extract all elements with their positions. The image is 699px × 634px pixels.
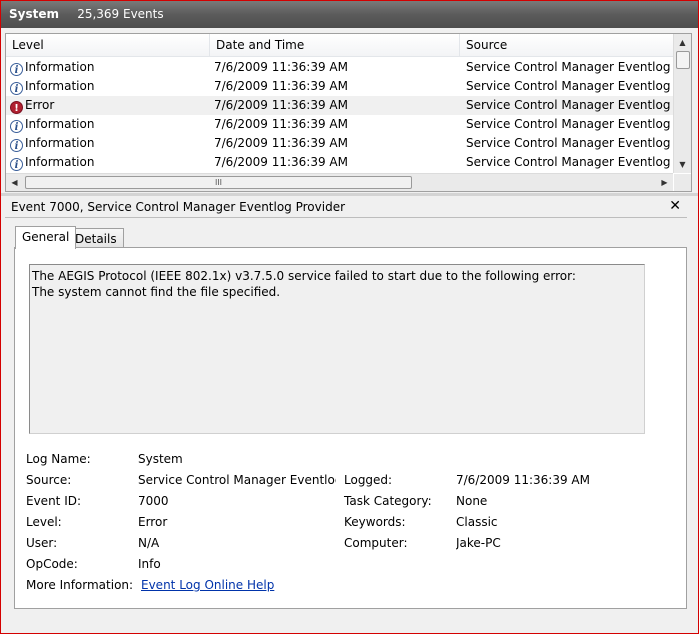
source-label: Source: — [26, 473, 72, 487]
source-cell: Service Control Manager Eventlog Provide… — [466, 98, 673, 112]
computer-label: Computer: — [344, 536, 408, 550]
task-category-value[interactable]: None — [456, 493, 656, 509]
source-cell: Service Control Manager Eventlog Provide… — [466, 117, 673, 131]
computer-value[interactable]: Jake-PC — [456, 535, 656, 551]
level-text: Information — [25, 60, 95, 74]
date-time-cell: 7/6/2009 11:36:39 AM — [214, 117, 348, 131]
logged-label: Logged: — [344, 473, 393, 487]
level-label: Level: — [26, 515, 62, 529]
level-cell: i Information — [10, 77, 210, 96]
close-icon[interactable]: ✕ — [669, 198, 681, 214]
event-row[interactable]: i Information 7/6/2009 11:36:39 AM Servic… — [6, 58, 673, 77]
date-time-cell: 7/6/2009 11:36:39 AM — [214, 98, 348, 112]
source-value[interactable]: Service Control Manager Eventlog Provide… — [138, 472, 336, 488]
info-icon: i — [10, 158, 23, 171]
keywords-value[interactable]: Classic — [456, 514, 656, 530]
keywords-label: Keywords: — [344, 515, 406, 529]
level-cell: i Information — [10, 115, 210, 134]
logged-value[interactable]: 7/6/2009 11:36:39 AM — [456, 472, 656, 488]
horizontal-scroll-thumb[interactable]: III — [25, 176, 412, 189]
level-value[interactable]: Error — [138, 514, 328, 530]
event-list[interactable]: Level Date and Time Source i Information … — [5, 33, 692, 192]
level-text: Error — [25, 98, 55, 112]
level-text: Information — [25, 155, 95, 169]
level-cell: ! Error — [10, 96, 210, 115]
info-icon: i — [10, 120, 23, 133]
scroll-right-arrow-icon[interactable]: ▶ — [656, 174, 673, 191]
scroll-up-arrow-icon[interactable]: ▲ — [674, 34, 691, 51]
event-row[interactable]: i Information 7/6/2009 11:36:39 AM Servic… — [6, 153, 673, 172]
level-text: Information — [25, 117, 95, 131]
event-log-online-help-link[interactable]: Event Log Online Help — [141, 577, 341, 593]
tab-details[interactable]: Details — [68, 228, 124, 249]
list-header: Level Date and Time Source — [6, 34, 673, 57]
more-information-label: More Information: — [26, 578, 134, 592]
user-value[interactable]: N/A — [138, 535, 328, 551]
pane-splitter[interactable] — [1, 193, 698, 196]
event-detail-title: Event 7000, Service Control Manager Even… — [11, 200, 346, 214]
event-count: 25,369 Events — [77, 7, 164, 21]
scroll-down-arrow-icon[interactable]: ▼ — [674, 156, 691, 173]
info-icon: i — [10, 139, 23, 152]
column-header-date-time[interactable]: Date and Time — [210, 34, 460, 56]
date-time-cell: 7/6/2009 11:36:39 AM — [214, 60, 348, 74]
user-label: User: — [26, 536, 58, 550]
log-name-label: Log Name: — [26, 452, 91, 466]
tab-general[interactable]: General — [15, 226, 77, 249]
level-text: Information — [25, 136, 95, 150]
event-id-label: Event ID: — [26, 494, 82, 508]
event-row[interactable]: i Information 7/6/2009 11:36:39 AM Servic… — [6, 134, 673, 153]
date-time-cell: 7/6/2009 11:36:39 AM — [214, 136, 348, 150]
scroll-left-arrow-icon[interactable]: ◀ — [6, 174, 23, 191]
source-cell: Service Control Manager Eventlog Provide… — [466, 136, 673, 150]
source-cell: Service Control Manager Eventlog Provide… — [466, 155, 673, 169]
info-icon: i — [10, 82, 23, 95]
log-name-value[interactable]: System — [138, 451, 328, 467]
log-name: System — [9, 7, 59, 21]
horizontal-scrollbar[interactable]: ◀ III ▶ — [6, 173, 673, 191]
divider — [5, 217, 687, 218]
column-header-level[interactable]: Level — [6, 34, 210, 56]
opcode-label: OpCode: — [26, 557, 78, 571]
vertical-scroll-thumb[interactable] — [676, 51, 690, 69]
event-row[interactable]: i Information 7/6/2009 11:36:39 AM Servic… — [6, 77, 673, 96]
level-text: Information — [25, 79, 95, 93]
level-cell: i Information — [10, 134, 210, 153]
level-cell: i Information — [10, 153, 210, 172]
event-row[interactable]: i Information 7/6/2009 11:36:39 AM Servic… — [6, 115, 673, 134]
task-category-label: Task Category: — [344, 494, 432, 508]
column-header-source[interactable]: Source — [460, 34, 673, 56]
info-icon: i — [10, 63, 23, 76]
event-description[interactable]: The AEGIS Protocol (IEEE 802.1x) v3.7.5.… — [29, 264, 645, 434]
level-cell: i Information — [10, 58, 210, 77]
date-time-cell: 7/6/2009 11:36:39 AM — [214, 79, 348, 93]
date-time-cell: 7/6/2009 11:36:39 AM — [214, 155, 348, 169]
event-id-value[interactable]: 7000 — [138, 493, 328, 509]
source-cell: Service Control Manager Eventlog Provide… — [466, 60, 673, 74]
vertical-scrollbar[interactable]: ▲ ▼ — [673, 34, 691, 173]
scrollbar-corner — [674, 174, 691, 191]
log-title-bar: System 25,369 Events — [1, 1, 698, 28]
error-icon: ! — [10, 101, 23, 114]
source-cell: Service Control Manager Eventlog Provide… — [466, 79, 673, 93]
event-row-selected[interactable]: ! Error 7/6/2009 11:36:39 AM Service Cont… — [6, 96, 673, 115]
opcode-value[interactable]: Info — [138, 556, 328, 572]
